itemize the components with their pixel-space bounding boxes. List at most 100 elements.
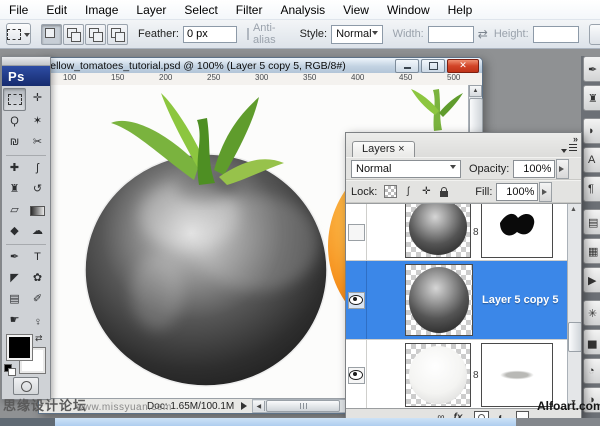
- tool-hand[interactable]: ☛: [3, 310, 26, 331]
- panel-menu-button[interactable]: [561, 143, 577, 154]
- intersect-selection-button[interactable]: [107, 24, 128, 45]
- dock-styles-button[interactable]: ✳: [583, 300, 600, 326]
- fill-spinner[interactable]: [539, 182, 552, 202]
- dock-navigator-button[interactable]: ◗: [583, 118, 600, 144]
- close-button[interactable]: ✕: [447, 59, 479, 73]
- layer-thumbnail[interactable]: [405, 264, 473, 336]
- swap-colors-icon[interactable]: ⇄: [35, 333, 43, 344]
- width-input[interactable]: [428, 26, 474, 43]
- add-to-selection-button[interactable]: [63, 24, 84, 45]
- layer-thumbnail[interactable]: [405, 343, 471, 407]
- document-title-bar[interactable]: yellow_tomatoes_tutorial.psd @ 100% (Lay…: [39, 58, 482, 73]
- tool-notes[interactable]: ▤: [3, 289, 26, 310]
- menu-layer[interactable]: Layer: [127, 1, 175, 19]
- tool-gradient[interactable]: [26, 200, 49, 221]
- layer-mask-thumbnail[interactable]: [481, 343, 553, 407]
- tool-rectangular-marquee[interactable]: [3, 88, 26, 111]
- tool-type[interactable]: T: [26, 247, 49, 268]
- opacity-label: Opacity:: [469, 163, 509, 175]
- tool-custom-shape[interactable]: ✿: [26, 268, 49, 289]
- lock-transparency-button[interactable]: [383, 185, 397, 199]
- dock-clone-source-button[interactable]: ♜: [583, 85, 600, 111]
- dock-actions-button[interactable]: ▶: [583, 267, 600, 293]
- menu-window[interactable]: Window: [378, 1, 439, 19]
- dock-channels-button[interactable]: ▦: [583, 238, 600, 264]
- menu-edit[interactable]: Edit: [37, 1, 76, 19]
- dock-info-button[interactable]: ◔: [583, 358, 600, 384]
- maximize-button[interactable]: [421, 59, 445, 73]
- layer-name[interactable]: Layer 5 copy 5: [482, 294, 558, 306]
- toolbox-drag-bar[interactable]: [2, 57, 50, 66]
- tool-lasso[interactable]: Ϙ: [3, 111, 26, 132]
- blend-mode-dropdown[interactable]: Normal: [351, 160, 461, 178]
- status-menu-button[interactable]: [240, 401, 251, 412]
- scroll-up-icon[interactable]: ▲: [570, 206, 577, 213]
- anti-alias-checkbox[interactable]: [247, 28, 249, 40]
- menu-help[interactable]: Help: [439, 1, 482, 19]
- visibility-toggle[interactable]: [348, 224, 365, 241]
- visibility-cell[interactable]: [346, 340, 367, 409]
- menu-image[interactable]: Image: [76, 1, 127, 19]
- layers-scrollbar[interactable]: ▲ ▼: [567, 204, 581, 408]
- scroll-up-button[interactable]: ▲: [469, 85, 482, 97]
- opacity-value[interactable]: 100%: [513, 160, 555, 178]
- layer-mask-thumbnail[interactable]: [481, 203, 553, 258]
- opacity-spinner[interactable]: [556, 159, 569, 179]
- swap-dimensions-icon[interactable]: ⇄: [478, 27, 488, 41]
- menu-view[interactable]: View: [334, 1, 378, 19]
- dock-paragraph-button[interactable]: ¶: [583, 176, 600, 202]
- subtract-from-selection-button[interactable]: [85, 24, 106, 45]
- tab-layers[interactable]: Layers ×: [352, 141, 415, 157]
- tool-crop[interactable]: ₪: [3, 132, 26, 153]
- tool-slice[interactable]: ✂: [26, 132, 49, 153]
- refine-edge-button[interactable]: Re: [589, 24, 600, 45]
- menu-file[interactable]: File: [0, 1, 37, 19]
- tool-sponge[interactable]: ☁: [26, 221, 49, 242]
- foreground-color-swatch[interactable]: [7, 335, 32, 360]
- layers-scroll-thumb[interactable]: [568, 322, 581, 352]
- horizontal-scroll-thumb[interactable]: [266, 400, 340, 412]
- menu-filter[interactable]: Filter: [227, 1, 272, 19]
- scroll-left-button[interactable]: ◀: [253, 401, 265, 411]
- tool-history-brush[interactable]: ↺: [26, 179, 49, 200]
- dock-character-button[interactable]: A: [583, 147, 600, 173]
- style-dropdown[interactable]: Normal: [331, 25, 382, 44]
- feather-input[interactable]: [183, 26, 237, 43]
- default-colors-icon[interactable]: [4, 364, 16, 374]
- visibility-toggle[interactable]: [348, 292, 365, 309]
- visibility-cell[interactable]: [346, 204, 367, 260]
- dock-layer-comps-button[interactable]: ▤: [583, 209, 600, 235]
- lock-all-button[interactable]: [437, 185, 451, 199]
- new-selection-button[interactable]: [41, 24, 62, 45]
- taskbar-left: [0, 418, 55, 426]
- height-input[interactable]: [533, 26, 579, 43]
- ruler-label: 450: [399, 73, 412, 82]
- tool-zoom[interactable]: ♂: [26, 310, 49, 331]
- lock-position-button[interactable]: ✛: [419, 185, 433, 199]
- dock-histogram-button[interactable]: ▅: [583, 329, 600, 355]
- tool-pen[interactable]: ✒: [3, 247, 26, 268]
- tool-preset-picker[interactable]: [6, 23, 31, 45]
- lock-paint-button[interactable]: ʃ: [401, 185, 415, 199]
- tool-eyedropper[interactable]: ✐: [26, 289, 49, 310]
- layer-row-selected[interactable]: Layer 5 copy 5: [346, 261, 581, 340]
- tool-blur[interactable]: ◆: [3, 221, 26, 242]
- tool-clone-stamp[interactable]: ♜: [3, 179, 26, 200]
- tool-eraser[interactable]: ▱: [3, 200, 26, 221]
- layer-row-top[interactable]: 8: [346, 204, 581, 261]
- tool-magic-wand[interactable]: ✶: [26, 111, 49, 132]
- tool-brush[interactable]: ʃ: [26, 158, 49, 179]
- dock-brushes-button[interactable]: ✒: [583, 56, 600, 82]
- tool-healing-brush[interactable]: ✚: [3, 158, 26, 179]
- layer-thumbnail[interactable]: [405, 203, 471, 258]
- visibility-cell[interactable]: [346, 261, 367, 339]
- visibility-toggle[interactable]: [348, 367, 365, 384]
- tool-path-selection[interactable]: ◤: [3, 268, 26, 289]
- menu-select[interactable]: Select: [175, 1, 226, 19]
- tool-move[interactable]: ✛: [26, 88, 49, 109]
- layers-panel-header[interactable]: » Layers ×: [346, 133, 581, 157]
- quick-mask-button[interactable]: [13, 377, 39, 395]
- fill-value[interactable]: 100%: [496, 183, 538, 201]
- menu-analysis[interactable]: Analysis: [271, 1, 334, 19]
- minimize-button[interactable]: [395, 59, 419, 73]
